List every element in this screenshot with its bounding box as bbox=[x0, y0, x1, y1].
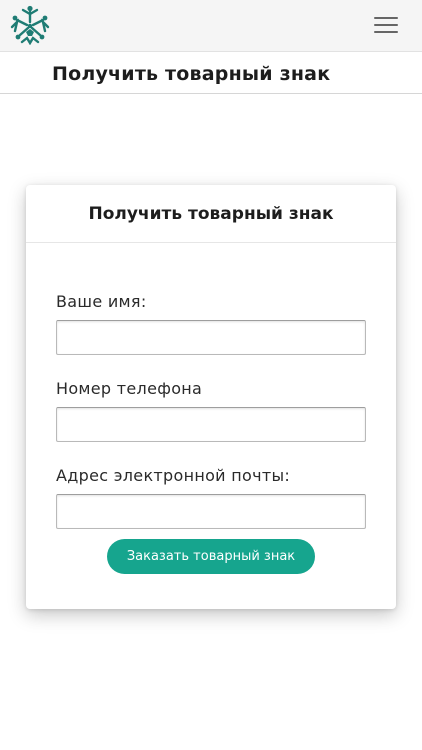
phone-label: Номер телефона bbox=[56, 379, 203, 398]
logo-icon[interactable] bbox=[9, 5, 51, 46]
page-title: Получить товарный знак bbox=[52, 63, 331, 85]
order-trademark-button[interactable]: Заказать товарный знак bbox=[107, 539, 315, 574]
card-title: Получить товарный знак bbox=[88, 204, 334, 224]
card-header: Получить товарный знак bbox=[26, 185, 396, 243]
top-bar bbox=[0, 0, 422, 52]
field-spacer bbox=[56, 355, 366, 379]
menu-bar-2 bbox=[374, 24, 398, 26]
menu-icon[interactable] bbox=[374, 15, 398, 35]
menu-bar-3 bbox=[374, 31, 398, 33]
app-screen: Получить товарный знак Получить товарный… bbox=[0, 0, 422, 750]
menu-bar-1 bbox=[374, 17, 398, 19]
name-label: Ваше имя: bbox=[56, 292, 147, 311]
page-title-bar: Получить товарный знак bbox=[0, 53, 422, 94]
order-form: Ваше имя: Номер телефона Адрес электронн… bbox=[56, 292, 366, 529]
order-form-card: Получить товарный знак Ваше имя: Номер т… bbox=[26, 185, 396, 609]
phone-input[interactable] bbox=[56, 407, 366, 442]
email-input[interactable] bbox=[56, 494, 366, 529]
field-spacer bbox=[56, 442, 366, 466]
email-label: Адрес электронной почты: bbox=[56, 466, 291, 485]
name-input[interactable] bbox=[56, 320, 366, 355]
